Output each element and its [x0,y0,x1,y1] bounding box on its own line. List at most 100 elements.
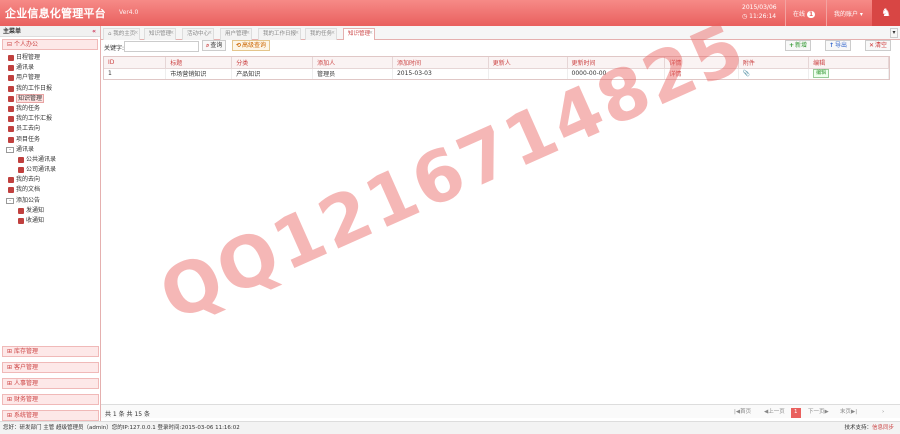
app-title: 企业信息化管理平台 [5,7,106,20]
sidebar-group[interactable]: - 通讯录 [6,145,100,155]
column-header[interactable]: 添加人 [312,57,393,69]
folder-open-icon: - [6,146,14,153]
sidebar-group[interactable]: - 添加公告 [6,196,100,206]
export-button[interactable]: ↑导出 [825,40,852,51]
app-version: Ver4.0 [119,9,139,16]
cell-id: 1 [104,68,167,79]
support-link[interactable]: 信息同步 [872,425,894,431]
column-header[interactable]: 添加时间 [392,57,489,69]
page-icon [8,75,14,82]
advanced-search-button[interactable]: ⟲高级查询 [232,40,271,51]
sidebar-tree: 日程管理 通讯录 用户管理 我的工作日报 知识管理 我的任务 我的工作汇报 员工… [0,50,100,226]
sidebar-header: 主菜单 « [0,26,100,37]
next-page-button[interactable]: 下一页▶ [805,408,832,418]
column-header[interactable]: 分类 [231,57,314,69]
sidebar: 主菜单 « ⊟ 个人办公 日程管理 通讯录 用户管理 我的工作日报 知识管理 我的… [0,26,101,434]
online-count-badge: 1 [807,11,816,18]
sidebar-section-system[interactable]: ⊞ 系统管理 [2,410,99,421]
cell-added-time: 2015-03-03 [392,68,489,79]
tab[interactable]: 用户管理 × [220,28,253,40]
page-icon [8,105,14,112]
sidebar-item[interactable]: 我的去向 [6,175,100,185]
column-header[interactable]: 更新时间 [567,57,666,69]
tab-bar: ⌂ 我的主页 × 知识管理 × 活动中心 × 用户管理 × 我的工作日报 × 我的任务 × … [101,26,900,40]
sidebar-item[interactable]: 我的工作日报 [6,84,100,94]
tab[interactable]: 我的任务 × [305,28,338,40]
page-icon [18,218,24,224]
column-header[interactable]: 标题 [165,57,233,69]
tab-home[interactable]: ⌂ 我的主页 × [103,28,141,40]
sidebar-section-inventory[interactable]: ⊞ 库存管理 [2,346,99,357]
page-icon [8,126,14,133]
search-button[interactable]: ⌕查询 [202,40,227,51]
column-header[interactable]: 编辑 [808,57,889,69]
column-header[interactable]: ID [104,57,167,69]
tab[interactable]: 我的工作日报 × [258,28,302,40]
sidebar-item[interactable]: 项目任务 [6,135,100,145]
detail-link[interactable]: 详情 [664,68,739,79]
sidebar-section-hr[interactable]: ⊞ 人事管理 [2,378,99,389]
sidebar-bottom-sections: ⊞ 库存管理 ⊞ 客户管理 ⊞ 人事管理 ⊞ 财务管理 ⊞ 系统管理 [0,341,101,421]
account-menu[interactable]: 我的账户 ▾ [834,9,863,18]
sidebar-item[interactable]: 员工去向 [6,124,100,134]
sidebar-item[interactable]: 我的任务 [6,104,100,114]
sidebar-subitem[interactable]: 收通知 [6,216,100,226]
table-row[interactable]: 1 市场营销知识 产品知识 管理员 2015-03-03 0000-00-00 … [104,68,889,79]
sidebar-item[interactable]: 我的文档 [6,185,100,195]
tab-active[interactable]: 知识管理 × [343,28,376,40]
edit-button[interactable]: 编辑 [813,69,830,79]
grid-header-row: ID 标题 分类 添加人 添加时间 更新人 更新时间 详情 附件 编辑 [104,57,889,69]
page-icon [8,95,14,102]
tab[interactable]: 知识管理 × [144,28,177,40]
main-content: ⌂ 我的主页 × 知识管理 × 活动中心 × 用户管理 × 我的工作日报 × 我的任务 × … [101,26,900,434]
pagination-bar: 共 1 条 共 15 条 |◀首页 ◀上一页 1 下一页▶ 末页▶| › [101,404,900,418]
datetime: 2015/03/06 ◷ 11:26:14 [742,3,777,21]
add-button[interactable]: +新增 [785,40,812,51]
sidebar-subitem[interactable]: 发通知 [6,206,100,216]
login-info: 您好：研发部门 主管 超级管理员（admin）您的IP:127.0.0.1 登录… [3,425,240,431]
column-header[interactable]: 附件 [738,57,810,69]
edit-cell: 编辑 [808,68,889,79]
time: ◷ 11:26:14 [742,13,777,20]
sidebar-item-active[interactable]: 知识管理 [6,93,100,104]
sidebar-item[interactable]: 用户管理 [6,73,100,83]
tab-menu-icon[interactable]: ▾ [890,28,898,38]
page-icon [8,85,14,92]
sidebar-item[interactable]: 我的工作汇报 [6,114,100,124]
prev-page-button[interactable]: ◀上一页 [761,408,788,418]
sidebar-section-customers[interactable]: ⊞ 客户管理 [2,362,99,373]
clear-button[interactable]: ✕清空 [865,40,892,51]
last-page-button[interactable]: 末页▶| [837,408,860,418]
tab[interactable]: 活动中心 × [182,28,215,40]
sidebar-item[interactable]: 日程管理 [6,53,100,63]
status-bar: 您好：研发部门 主管 超级管理员（admin）您的IP:127.0.0.1 登录… [0,421,900,434]
app-window: 企业信息化管理平台 Ver4.0 2015/03/06 ◷ 11:26:14 在… [0,0,900,434]
cell-updated-time: 0000-00-00 [567,68,666,79]
cell-title: 市场营销知识 [165,68,233,79]
page-icon [8,116,14,123]
keyword-input[interactable] [124,41,199,52]
date: 2015/03/06 [742,4,777,11]
goto-page-button[interactable]: › [879,408,887,418]
online-users[interactable]: 在线 1 [793,9,816,18]
page-icon [18,167,24,174]
cell-updater [488,68,568,79]
data-grid: ID 标题 分类 添加人 添加时间 更新人 更新时间 详情 附件 编辑 1 市场… [103,56,890,80]
sidebar-section-finance[interactable]: ⊞ 财务管理 [2,394,99,405]
keyword-label: 关键字: [104,45,125,52]
page-icon [8,177,14,184]
column-header[interactable]: 详情 [664,57,739,69]
sidebar-item[interactable]: 通讯录 [6,63,100,73]
page-icon [8,65,14,72]
collapse-sidebar-icon[interactable]: « [92,26,96,37]
attachment-icon[interactable]: 📎 [738,68,810,79]
page-icon [8,136,14,143]
toolbar: 关键字: ⌕查询 ⟲高级查询 +新增 ↑导出 ✕清空 [101,40,900,53]
sidebar-subitem[interactable]: 公司通讯录 [6,165,100,175]
first-page-button[interactable]: |◀首页 [731,408,754,418]
sidebar-subitem[interactable]: 公共通讯录 [6,155,100,165]
current-page[interactable]: 1 [791,408,801,418]
sidebar-section-personal[interactable]: ⊟ 个人办公 [2,39,98,50]
bell-icon[interactable]: ♞ [872,0,900,26]
column-header[interactable]: 更新人 [488,57,568,69]
